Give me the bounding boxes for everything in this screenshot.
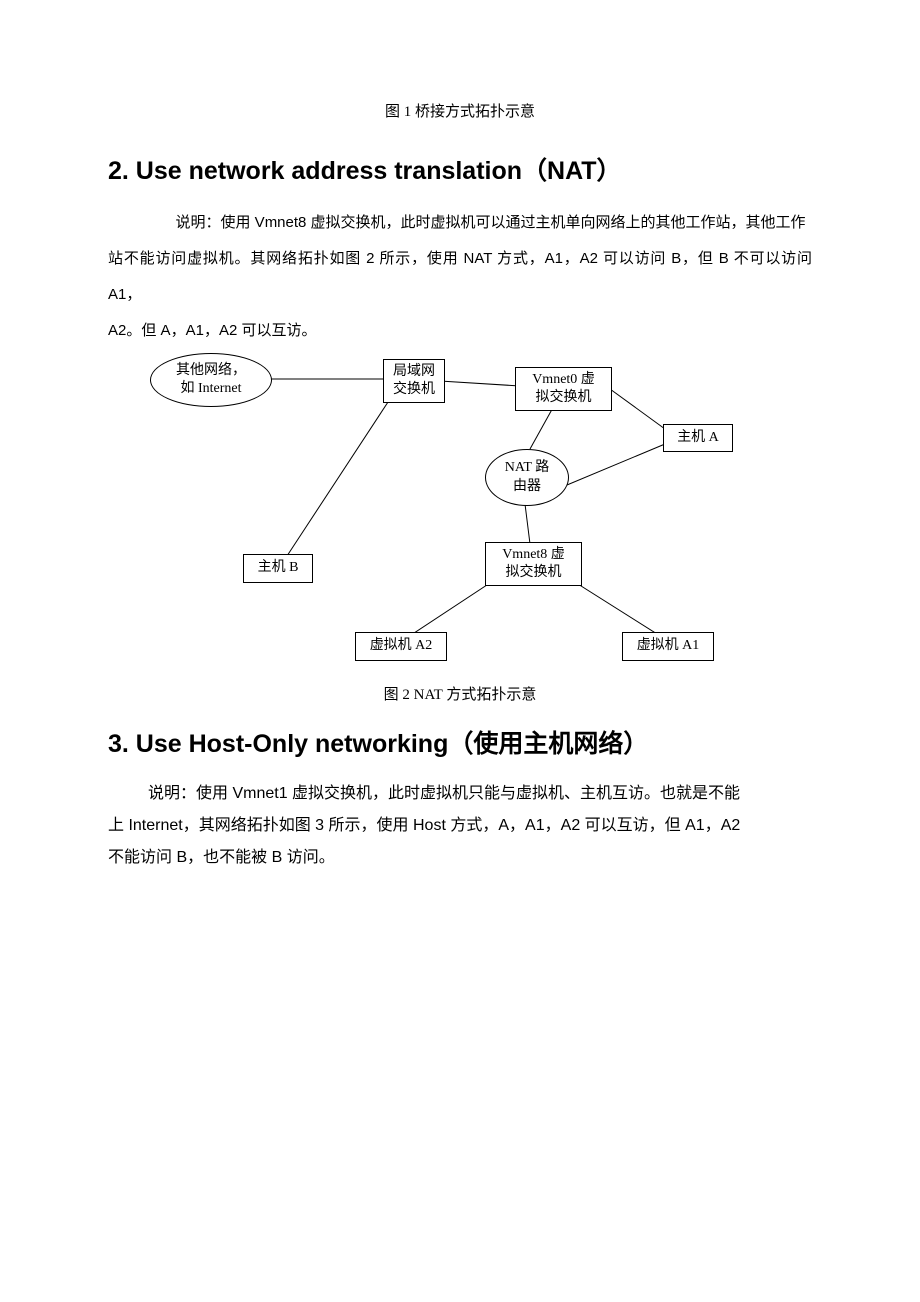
text-fragment: A1 <box>545 250 563 267</box>
text-fragment: NAT <box>459 250 498 267</box>
text-fragment: 所示，使用 <box>379 251 458 267</box>
text-fragment: A <box>156 322 170 339</box>
node-label: Vmnet8 虚 <box>502 547 565 562</box>
text-fragment: Vmnet1 <box>228 785 292 802</box>
text-fragment: 虚拟交换机，此时虚拟机可以通过主机单向网络上的其他工作站，其他工作 <box>311 215 806 231</box>
text-fragment: ， <box>705 817 721 834</box>
node-label: 主机 A <box>677 429 719 447</box>
section-3-para-line1: 说明：使用 Vmnet1 虚拟交换机，此时虚拟机只能与虚拟机、主机互访。也就是不… <box>108 778 812 810</box>
node-label: 拟交换机 <box>505 565 561 580</box>
section-3-para-line3: 不能访问 B，也不能被 B 访问。 <box>108 842 812 874</box>
text-fragment: 说明：使用 <box>176 215 251 231</box>
node-other-network: 其他网络， 如 Internet <box>150 353 272 407</box>
text-fragment: Internet <box>124 817 183 834</box>
heading-text-en: Use network address translation <box>136 157 522 185</box>
text-fragment: 站不能访问虚拟机。其网络拓扑如图 <box>108 251 361 267</box>
section-2-para-line3: A2。但 A，A1，A2 可以互访。 <box>108 313 812 349</box>
text-fragment: 。但 <box>126 323 156 339</box>
text-fragment: 方式， <box>450 817 498 834</box>
text-fragment: A2 <box>561 817 585 834</box>
heading-number: 2. <box>108 157 136 185</box>
text-fragment: 说明：使用 <box>148 785 228 802</box>
text-fragment: A <box>498 817 509 834</box>
node-lan-switch: 局域网 交换机 <box>383 359 445 403</box>
text-fragment: B <box>267 849 287 866</box>
text-fragment: A2 <box>580 250 603 267</box>
text-fragment: 上 <box>108 817 124 834</box>
text-fragment: 可以访问 <box>603 251 666 267</box>
page-content: 图 1 桥接方式拓扑示意 2. Use network address tran… <box>0 0 920 914</box>
node-nat-router: NAT 路 由器 <box>485 449 569 506</box>
text-fragment: Vmnet8 <box>251 214 311 231</box>
heading-text-cjk: （使用主机网络） <box>448 730 648 758</box>
text-fragment: A2 <box>219 322 242 339</box>
text-fragment: ， <box>563 251 580 267</box>
section-2-para-line2: 站不能访问虚拟机。其网络拓扑如图 2 所示，使用 NAT 方式，A1，A2 可以… <box>108 241 812 313</box>
node-label: 如 Internet <box>180 381 241 396</box>
text-fragment: 不能访问 <box>108 849 172 866</box>
text-fragment: 不可以访问 <box>734 251 812 267</box>
text-fragment: Host <box>409 817 451 834</box>
text-fragment: 可以互访。 <box>241 323 316 339</box>
text-fragment: ， <box>204 323 219 339</box>
heading-number: 3. <box>108 730 136 758</box>
heading-text-en: Use Host-Only networking <box>136 730 449 758</box>
node-vmnet8-switch: Vmnet8 虚 拟交换机 <box>485 542 582 586</box>
node-label: 由器 <box>513 479 541 494</box>
text-fragment: B <box>172 849 187 866</box>
text-fragment: ， <box>171 323 186 339</box>
text-fragment: B <box>666 250 681 267</box>
text-fragment: ，其网络拓扑如图 <box>183 817 311 834</box>
node-label: 虚拟机 A2 <box>370 637 433 655</box>
node-vm-a2: 虚拟机 A2 <box>355 632 447 661</box>
section-3-heading: 3. Use Host-Only networking（使用主机网络） <box>108 724 812 760</box>
section-2-heading: 2. Use network address translation（NAT） <box>108 151 812 187</box>
text-fragment: A2 <box>108 322 126 339</box>
node-label: NAT 路 <box>505 460 549 475</box>
text-fragment: 2 <box>361 250 379 267</box>
figure2-caption: 图 2 NAT 方式拓扑示意 <box>108 683 812 704</box>
node-label: 其他网络， <box>176 363 246 378</box>
node-label: 交换机 <box>393 382 435 397</box>
text-fragment: A2 <box>721 817 741 834</box>
node-label: 局域网 <box>393 364 435 379</box>
text-fragment: 访问。 <box>287 849 335 866</box>
text-fragment: A1 <box>525 817 545 834</box>
text-fragment: 3 <box>311 817 329 834</box>
text-fragment: 可以互访，但 <box>585 817 681 834</box>
text-fragment: ，也不能被 <box>187 849 267 866</box>
node-label: Vmnet0 虚 <box>532 372 595 387</box>
node-host-b: 主机 B <box>243 554 313 583</box>
text-fragment: 方式， <box>497 251 544 267</box>
figure2-diagram: 其他网络， 如 Internet 局域网 交换机 Vmnet0 虚 拟交换机 主… <box>110 349 810 679</box>
text-fragment: ，但 <box>681 251 713 267</box>
node-vmnet0-switch: Vmnet0 虚 拟交换机 <box>515 367 612 411</box>
text-fragment: A1 <box>108 286 126 303</box>
node-label: 拟交换机 <box>535 390 591 405</box>
text-fragment: ， <box>509 817 525 834</box>
text-fragment: 虚拟交换机，此时虚拟机只能与虚拟机、主机互访。也就是不能 <box>292 785 740 802</box>
text-fragment: ， <box>545 817 561 834</box>
heading-text-brackets: （NAT） <box>522 157 622 185</box>
text-fragment: A1 <box>186 322 204 339</box>
node-label: 主机 B <box>258 559 299 577</box>
text-fragment: B <box>714 250 734 267</box>
text-fragment: 所示，使用 <box>329 817 409 834</box>
section-2-para-line1: 说明：使用 Vmnet8 虚拟交换机，此时虚拟机可以通过主机单向网络上的其他工作… <box>108 205 812 241</box>
node-label: 虚拟机 A1 <box>637 637 700 655</box>
node-vm-a1: 虚拟机 A1 <box>622 632 714 661</box>
figure1-caption: 图 1 桥接方式拓扑示意 <box>108 100 812 121</box>
section-3-para-line2: 上 Internet，其网络拓扑如图 3 所示，使用 Host 方式，A，A1，… <box>108 810 812 842</box>
node-host-a: 主机 A <box>663 424 733 452</box>
text-fragment: A1 <box>681 817 705 834</box>
text-fragment: ， <box>126 287 141 303</box>
